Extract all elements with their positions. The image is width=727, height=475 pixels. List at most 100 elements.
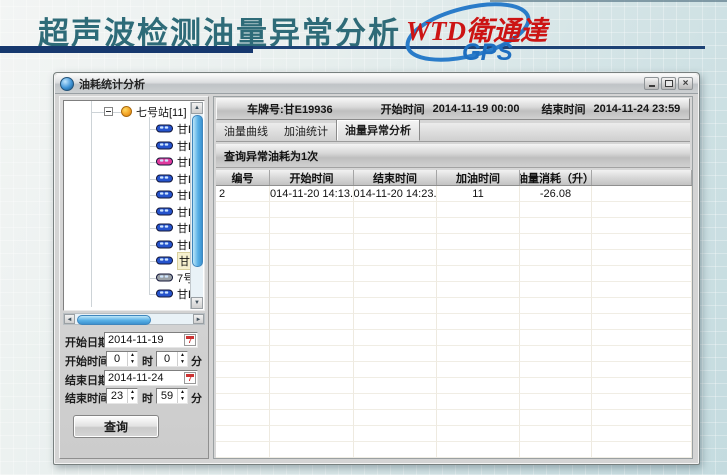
table-cell (354, 426, 437, 442)
table-cell (270, 442, 354, 458)
tree-item-vehicle[interactable]: 甘E1 (156, 253, 192, 268)
tree-item-vehicle[interactable]: 甘E1 (156, 204, 192, 219)
table-cell (437, 442, 520, 458)
car-icon (156, 124, 173, 133)
table-cell (520, 314, 592, 330)
scroll-down-icon[interactable]: ▼ (191, 297, 203, 309)
tree-item-vehicle[interactable]: 甘E1 (156, 154, 192, 169)
table-cell (520, 234, 592, 250)
table-cell (354, 298, 437, 314)
table-cell (592, 186, 692, 202)
end-hour-stepper[interactable]: 23 ▲▼ (106, 388, 138, 404)
table-cell (592, 330, 692, 346)
stepper-arrows-icon[interactable]: ▲▼ (127, 352, 137, 366)
tree-item-vehicle[interactable]: 甘E1 (156, 121, 192, 136)
start-hour-stepper[interactable]: 0 ▲▼ (106, 351, 138, 367)
tree-item-vehicle[interactable]: 甘E1 (156, 286, 192, 301)
table-cell (592, 266, 692, 282)
close-button[interactable]: × (678, 77, 693, 90)
table-empty-row (216, 202, 692, 218)
start-minute-stepper[interactable]: 0 ▲▼ (156, 351, 188, 367)
table-cell (520, 378, 592, 394)
tree-item-vehicle[interactable]: 甘E1 (156, 237, 192, 252)
car-icon (156, 289, 173, 298)
start-date-input[interactable]: 2014-11-19 (104, 332, 198, 348)
table-cell (354, 394, 437, 410)
end-minute-stepper[interactable]: 59 ▲▼ (156, 388, 188, 404)
table-cell: 11 (437, 186, 520, 202)
table-cell (520, 250, 592, 266)
anomaly-table[interactable]: 编号开始时间结束时间加油时间油量消耗（升）22014-11-20 14:13..… (216, 170, 692, 458)
table-cell (520, 346, 592, 362)
stepper-arrows-icon[interactable]: ▲▼ (177, 389, 187, 403)
collapse-icon[interactable] (104, 107, 113, 116)
table-cell (437, 266, 520, 282)
right-panel: 车牌号:甘E19936 开始时间 2014-11-19 00:00 结束时间 2… (213, 96, 693, 459)
scroll-left-icon[interactable]: ◄ (64, 314, 75, 324)
table-cell (520, 298, 592, 314)
station-node-icon (121, 106, 132, 117)
minimize-icon (649, 85, 655, 87)
query-button[interactable]: 查询 (73, 415, 159, 438)
window-titlebar[interactable]: 油耗统计分析 × (55, 74, 698, 94)
table-cell (592, 410, 692, 426)
tree-item-vehicle[interactable]: 甘E1 (156, 171, 192, 186)
end-date-value: 2014-11-24 (108, 372, 163, 384)
stepper-arrows-icon[interactable]: ▲▼ (177, 352, 187, 366)
hour-suffix: 时 (142, 353, 153, 369)
tab-2[interactable]: 油量异常分析 (336, 119, 420, 141)
tree-hscroll-thumb[interactable] (77, 315, 151, 325)
tree-vscroll-thumb[interactable] (192, 115, 203, 267)
tree-item-vehicle[interactable]: 7号站 (156, 270, 192, 285)
end-date-input[interactable]: 2014-11-24 (104, 370, 198, 386)
tree-vertical-scrollbar[interactable]: ▲ ▼ (190, 102, 203, 309)
column-header: 开始时间 (270, 170, 354, 185)
tree-item-vehicle[interactable]: 甘E1 (156, 187, 192, 202)
table-empty-row (216, 330, 692, 346)
minimize-button[interactable] (644, 77, 659, 90)
table-cell (216, 298, 270, 314)
table-empty-row (216, 346, 692, 362)
tree-node-station[interactable]: 七号站[11] (104, 104, 187, 119)
scroll-up-icon[interactable]: ▲ (191, 102, 203, 114)
calendar-icon[interactable] (184, 372, 196, 384)
table-cell: 2014-11-20 14:13... (270, 186, 354, 202)
calendar-icon[interactable] (184, 334, 196, 346)
result-bar: 查询异常油耗为1次 (216, 144, 690, 168)
plate-number: 车牌号:甘E19936 (247, 101, 333, 117)
table-cell (354, 218, 437, 234)
table-cell (270, 378, 354, 394)
car-icon (156, 207, 173, 216)
table-cell (216, 394, 270, 410)
column-header: 加油时间 (437, 170, 520, 185)
minute-suffix: 分 (191, 390, 202, 406)
tree-horizontal-scrollbar[interactable]: ◄ ► (63, 313, 205, 325)
stepper-arrows-icon[interactable]: ▲▼ (127, 389, 137, 403)
table-cell (437, 346, 520, 362)
car-icon (156, 190, 173, 199)
table-cell: -26.08 (520, 186, 592, 202)
table-cell (354, 410, 437, 426)
table-cell (216, 314, 270, 330)
column-header: 结束时间 (354, 170, 437, 185)
logo-gps-text: GPS (462, 39, 513, 66)
tree-item-vehicle[interactable]: 甘E1 (156, 220, 192, 235)
table-cell (354, 266, 437, 282)
restore-button[interactable] (661, 77, 676, 90)
tab-1[interactable]: 加油统计 (276, 121, 336, 141)
tab-bar: 油量曲线加油统计油量异常分析 (216, 123, 690, 142)
table-empty-row (216, 378, 692, 394)
scroll-right-icon[interactable]: ► (193, 314, 204, 324)
table-empty-row (216, 282, 692, 298)
table-cell (520, 266, 592, 282)
tree-item-vehicle[interactable]: 甘E1 (156, 138, 192, 153)
tab-0[interactable]: 油量曲线 (216, 121, 276, 141)
table-cell (520, 218, 592, 234)
table-cell (592, 378, 692, 394)
end-time-value: 2014-11-24 23:59 (593, 103, 680, 115)
wtd-gps-logo: WTD衛通達 GPS (390, 2, 550, 66)
end-hour-value: 23 (107, 389, 127, 403)
vehicle-tree[interactable]: 七号站[11] 甘E1 甘E1 甘E1 甘E1 甘E1 甘E1 甘E1 甘E1 … (63, 100, 205, 311)
table-row[interactable]: 22014-11-20 14:13...2014-11-20 14:23...1… (216, 186, 692, 202)
table-cell (354, 202, 437, 218)
